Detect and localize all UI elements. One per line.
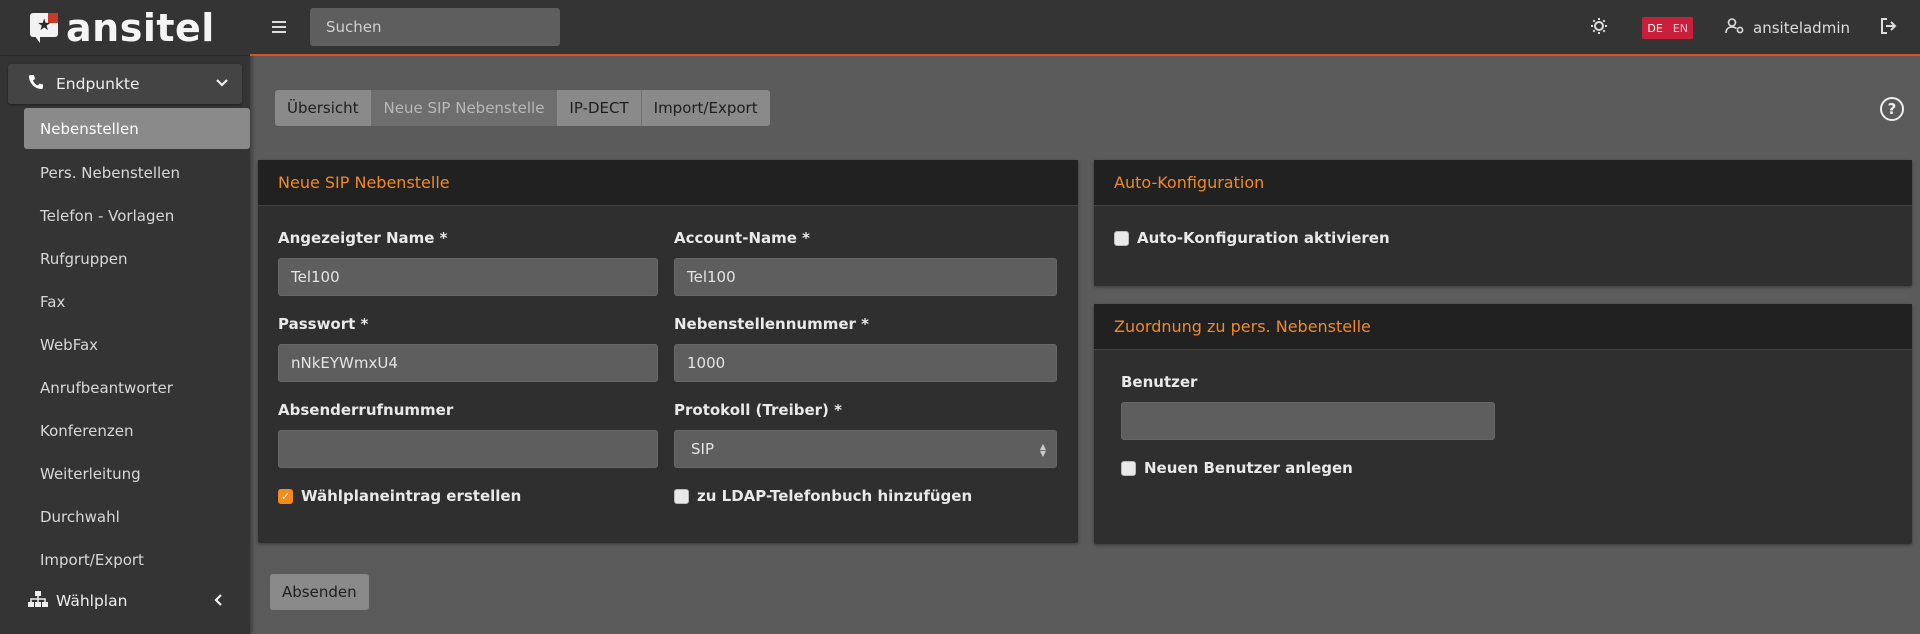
card-title: Zuordnung zu pers. Nebenstelle xyxy=(1094,304,1912,350)
new-user-checkbox[interactable]: Neuen Benutzer anlegen xyxy=(1121,459,1353,477)
sidebar-item-label: Durchwahl xyxy=(40,507,120,526)
lang-en-button[interactable]: EN xyxy=(1667,17,1694,39)
account-name-value: Tel100 xyxy=(687,268,736,286)
auto-config-checkbox[interactable]: Auto-Konfiguration aktivieren xyxy=(1114,229,1390,247)
sidebar-group-waehlplan[interactable]: Wählplan xyxy=(8,581,242,621)
hamburger-menu-icon[interactable] xyxy=(272,15,296,39)
sidebar-item-label: Fax xyxy=(40,292,66,311)
protocol-value: SIP xyxy=(691,440,714,458)
help-icon[interactable]: ? xyxy=(1880,97,1904,121)
user-label: Benutzer xyxy=(1121,373,1198,391)
submit-button[interactable]: Absenden xyxy=(270,574,369,610)
sidebar-item-label: Konferenzen xyxy=(40,421,134,440)
tab-neue-sip-nebenstelle[interactable]: Neue SIP Nebenstelle xyxy=(371,90,558,126)
sidebar-group-label: Wählplan xyxy=(56,592,128,610)
chevron-left-icon xyxy=(214,592,224,610)
protocol-select[interactable]: SIP ▲ ▼ xyxy=(674,430,1057,468)
account-name-input[interactable]: Tel100 xyxy=(674,258,1057,296)
sidebar-item-label: Telefon - Vorlagen xyxy=(40,206,175,225)
sidebar: ★ ansitel Endpunkte Nebenstellen Pers. N… xyxy=(0,0,250,634)
user-menu[interactable]: ansiteladmin xyxy=(1725,18,1850,38)
chat-star-logo-icon: ★ xyxy=(30,12,60,43)
dialplan-checkbox-label: Wählplaneintrag erstellen xyxy=(301,487,522,505)
tab-label: Neue SIP Nebenstelle xyxy=(383,99,545,117)
dialplan-checkbox[interactable]: ✓ Wählplaneintrag erstellen xyxy=(278,487,521,505)
sidebar-item-import-export[interactable]: Import/Export xyxy=(24,538,250,581)
sidebar-item-rufgruppen[interactable]: Rufgruppen xyxy=(24,237,250,280)
sip-extension-card: Neue SIP Nebenstelle Angezeigter Name * … xyxy=(258,160,1078,543)
sidebar-item-webfax[interactable]: WebFax xyxy=(24,323,250,366)
phone-icon xyxy=(28,74,50,94)
ldap-checkbox-label: zu LDAP-Telefonbuch hinzufügen xyxy=(697,487,973,505)
sidebar-item-durchwahl[interactable]: Durchwahl xyxy=(24,495,250,538)
caller-id-label: Absenderrufnummer xyxy=(278,401,454,419)
sidebar-item-label: WebFax xyxy=(40,335,99,354)
password-value: nNkEYWmxU4 xyxy=(291,354,398,372)
sidebar-item-label: Rufgruppen xyxy=(40,249,128,268)
tab-label: Import/Export xyxy=(653,99,758,117)
caller-id-input[interactable] xyxy=(278,430,658,468)
tab-uebersicht[interactable]: Übersicht xyxy=(275,90,372,126)
tab-ip-dect[interactable]: IP-DECT xyxy=(557,90,642,126)
sidebar-item-label: Nebenstellen xyxy=(40,119,139,138)
display-name-value: Tel100 xyxy=(291,268,340,286)
brand-logo[interactable]: ★ ansitel xyxy=(0,0,250,56)
user-input[interactable] xyxy=(1121,402,1495,440)
sidebar-group-label: Endpunkte xyxy=(56,75,140,93)
checkbox-unchecked-icon xyxy=(1121,460,1136,476)
sidebar-item-pers-nebenstellen[interactable]: Pers. Nebenstellen xyxy=(24,151,250,194)
sidebar-item-anrufbeantworter[interactable]: Anrufbeantworter xyxy=(24,366,250,409)
sidebar-item-weiterleitung[interactable]: Weiterleitung xyxy=(24,452,250,495)
card-title: Neue SIP Nebenstelle xyxy=(258,160,1078,206)
auto-config-checkbox-label: Auto-Konfiguration aktivieren xyxy=(1137,229,1390,247)
select-arrows-icon: ▲ ▼ xyxy=(1039,442,1046,458)
topbar: DE EN ansiteladmin xyxy=(250,0,1920,56)
brand-name: ansitel xyxy=(66,5,215,50)
auto-config-card: Auto-Konfiguration Auto-Konfiguration ak… xyxy=(1094,160,1912,286)
sidebar-item-nebenstellen[interactable]: Nebenstellen xyxy=(24,108,250,149)
card-title: Auto-Konfiguration xyxy=(1094,160,1912,206)
user-cog-icon xyxy=(1725,18,1745,38)
extension-number-input[interactable]: 1000 xyxy=(674,344,1057,382)
lang-de-button[interactable]: DE xyxy=(1642,17,1668,39)
chevron-down-icon xyxy=(216,77,228,91)
sidebar-item-konferenzen[interactable]: Konferenzen xyxy=(24,409,250,452)
new-user-checkbox-label: Neuen Benutzer anlegen xyxy=(1144,459,1353,477)
display-name-label: Angezeigter Name * xyxy=(278,229,448,247)
tab-import-export[interactable]: Import/Export xyxy=(641,90,770,126)
sidebar-item-telefon-vorlagen[interactable]: Telefon - Vorlagen xyxy=(24,194,250,237)
tab-bar: Übersicht Neue SIP Nebenstelle IP-DECT I… xyxy=(275,90,770,126)
account-name-label: Account-Name * xyxy=(674,229,810,247)
submit-label: Absenden xyxy=(282,583,357,601)
extension-number-label: Nebenstellennummer * xyxy=(674,315,869,333)
search-input[interactable] xyxy=(310,8,560,46)
logout-icon[interactable] xyxy=(1880,17,1898,39)
tab-label: Übersicht xyxy=(287,99,359,117)
checkbox-unchecked-icon xyxy=(1114,230,1129,246)
sidebar-item-label: Pers. Nebenstellen xyxy=(40,163,180,182)
protocol-label: Protokoll (Treiber) * xyxy=(674,401,842,419)
language-switch: DE EN xyxy=(1642,17,1694,39)
sidebar-item-label: Weiterleitung xyxy=(40,464,141,483)
sidebar-item-label: Import/Export xyxy=(40,550,144,569)
password-label: Passwort * xyxy=(278,315,369,333)
display-name-input[interactable]: Tel100 xyxy=(278,258,658,296)
sidebar-item-label: Anrufbeantworter xyxy=(40,378,173,397)
assignment-card: Zuordnung zu pers. Nebenstelle Benutzer … xyxy=(1094,304,1912,544)
ldap-checkbox[interactable]: zu LDAP-Telefonbuch hinzufügen xyxy=(674,487,972,505)
checkbox-unchecked-icon xyxy=(674,488,689,504)
password-input[interactable]: nNkEYWmxU4 xyxy=(278,344,658,382)
tab-label: IP-DECT xyxy=(569,99,629,117)
checkbox-checked-icon: ✓ xyxy=(278,488,293,504)
extension-number-value: 1000 xyxy=(687,354,726,372)
sitemap-icon xyxy=(28,591,52,611)
sidebar-item-fax[interactable]: Fax xyxy=(24,280,250,323)
sidebar-group-endpunkte[interactable]: Endpunkte xyxy=(8,64,242,104)
username: ansiteladmin xyxy=(1753,19,1850,37)
theme-toggle-icon[interactable] xyxy=(1590,17,1608,40)
